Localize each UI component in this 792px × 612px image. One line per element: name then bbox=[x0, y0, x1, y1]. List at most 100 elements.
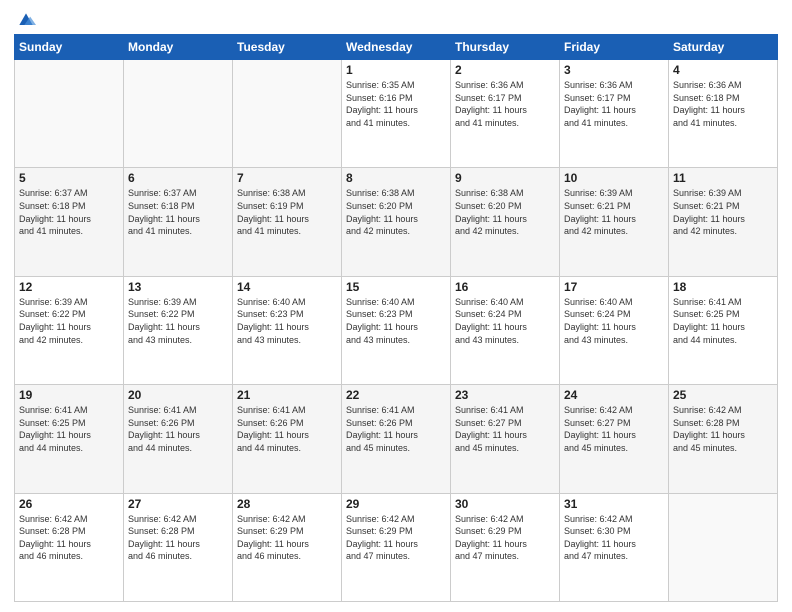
day-info: Sunrise: 6:37 AM Sunset: 6:18 PM Dayligh… bbox=[19, 187, 119, 237]
logo-text bbox=[14, 10, 36, 30]
calendar-cell: 4Sunrise: 6:36 AM Sunset: 6:18 PM Daylig… bbox=[669, 60, 778, 168]
day-number: 25 bbox=[673, 388, 773, 402]
day-info: Sunrise: 6:37 AM Sunset: 6:18 PM Dayligh… bbox=[128, 187, 228, 237]
day-number: 19 bbox=[19, 388, 119, 402]
day-info: Sunrise: 6:36 AM Sunset: 6:17 PM Dayligh… bbox=[564, 79, 664, 129]
day-number: 31 bbox=[564, 497, 664, 511]
day-info: Sunrise: 6:38 AM Sunset: 6:19 PM Dayligh… bbox=[237, 187, 337, 237]
day-number: 30 bbox=[455, 497, 555, 511]
calendar-header-row: SundayMondayTuesdayWednesdayThursdayFrid… bbox=[15, 35, 778, 60]
calendar-header-sunday: Sunday bbox=[15, 35, 124, 60]
calendar-week-1: 1 Sunrise: 6:35 AM Sunset: 6:16 PM Daylig… bbox=[15, 60, 778, 168]
day-number: 28 bbox=[237, 497, 337, 511]
calendar-week-4: 19 Sunrise: 6:41 AM Sunset: 6:25 PM Dayli… bbox=[15, 385, 778, 493]
calendar-cell: 30 Sunrise: 6:42 AM Sunset: 6:29 PM Dayli… bbox=[451, 493, 560, 601]
day-number: 1 bbox=[346, 63, 446, 77]
day-number: 21 bbox=[237, 388, 337, 402]
day-info: Sunrise: 6:42 AM Sunset: 6:27 PM Dayligh… bbox=[564, 404, 664, 454]
calendar-cell: 1 Sunrise: 6:35 AM Sunset: 6:16 PM Daylig… bbox=[342, 60, 451, 168]
calendar-cell: 10Sunrise: 6:39 AM Sunset: 6:21 PM Dayli… bbox=[560, 168, 669, 276]
calendar-table: SundayMondayTuesdayWednesdayThursdayFrid… bbox=[14, 34, 778, 602]
day-info: Sunrise: 6:41 AM Sunset: 6:27 PM Dayligh… bbox=[455, 404, 555, 454]
day-info: Sunrise: 6:40 AM Sunset: 6:23 PM Dayligh… bbox=[346, 296, 446, 346]
calendar-cell: 18Sunrise: 6:41 AM Sunset: 6:25 PM Dayli… bbox=[669, 276, 778, 384]
day-number: 24 bbox=[564, 388, 664, 402]
day-number: 6 bbox=[128, 171, 228, 185]
day-info: Sunrise: 6:39 AM Sunset: 6:22 PM Dayligh… bbox=[19, 296, 119, 346]
calendar-cell: 2 Sunrise: 6:36 AM Sunset: 6:17 PM Daylig… bbox=[451, 60, 560, 168]
logo-icon bbox=[16, 10, 36, 30]
calendar-header-monday: Monday bbox=[124, 35, 233, 60]
day-number: 8 bbox=[346, 171, 446, 185]
day-number: 15 bbox=[346, 280, 446, 294]
day-number: 22 bbox=[346, 388, 446, 402]
day-number: 14 bbox=[237, 280, 337, 294]
calendar-cell: 23 Sunrise: 6:41 AM Sunset: 6:27 PM Dayli… bbox=[451, 385, 560, 493]
page: SundayMondayTuesdayWednesdayThursdayFrid… bbox=[0, 0, 792, 612]
day-number: 16 bbox=[455, 280, 555, 294]
day-number: 3 bbox=[564, 63, 664, 77]
calendar-header-tuesday: Tuesday bbox=[233, 35, 342, 60]
day-info: Sunrise: 6:41 AM Sunset: 6:26 PM Dayligh… bbox=[237, 404, 337, 454]
header bbox=[14, 10, 778, 28]
day-info: Sunrise: 6:41 AM Sunset: 6:26 PM Dayligh… bbox=[128, 404, 228, 454]
calendar-cell: 6 Sunrise: 6:37 AM Sunset: 6:18 PM Daylig… bbox=[124, 168, 233, 276]
calendar-cell: 3 Sunrise: 6:36 AM Sunset: 6:17 PM Daylig… bbox=[560, 60, 669, 168]
day-number: 11 bbox=[673, 171, 773, 185]
calendar-cell: 22 Sunrise: 6:41 AM Sunset: 6:26 PM Dayli… bbox=[342, 385, 451, 493]
calendar-cell bbox=[124, 60, 233, 168]
day-number: 18 bbox=[673, 280, 773, 294]
day-info: Sunrise: 6:40 AM Sunset: 6:23 PM Dayligh… bbox=[237, 296, 337, 346]
day-info: Sunrise: 6:38 AM Sunset: 6:20 PM Dayligh… bbox=[455, 187, 555, 237]
day-number: 10 bbox=[564, 171, 664, 185]
calendar-cell: 27Sunrise: 6:42 AM Sunset: 6:28 PM Dayli… bbox=[124, 493, 233, 601]
calendar-header-friday: Friday bbox=[560, 35, 669, 60]
day-info: Sunrise: 6:42 AM Sunset: 6:28 PM Dayligh… bbox=[128, 513, 228, 563]
day-info: Sunrise: 6:42 AM Sunset: 6:29 PM Dayligh… bbox=[237, 513, 337, 563]
day-info: Sunrise: 6:40 AM Sunset: 6:24 PM Dayligh… bbox=[564, 296, 664, 346]
calendar-cell: 8 Sunrise: 6:38 AM Sunset: 6:20 PM Daylig… bbox=[342, 168, 451, 276]
calendar-cell: 15 Sunrise: 6:40 AM Sunset: 6:23 PM Dayli… bbox=[342, 276, 451, 384]
day-info: Sunrise: 6:41 AM Sunset: 6:25 PM Dayligh… bbox=[19, 404, 119, 454]
day-number: 13 bbox=[128, 280, 228, 294]
day-number: 7 bbox=[237, 171, 337, 185]
calendar-cell: 31 Sunrise: 6:42 AM Sunset: 6:30 PM Dayli… bbox=[560, 493, 669, 601]
calendar-cell: 16 Sunrise: 6:40 AM Sunset: 6:24 PM Dayli… bbox=[451, 276, 560, 384]
calendar-cell: 9Sunrise: 6:38 AM Sunset: 6:20 PM Daylig… bbox=[451, 168, 560, 276]
calendar-cell: 12 Sunrise: 6:39 AM Sunset: 6:22 PM Dayli… bbox=[15, 276, 124, 384]
day-number: 2 bbox=[455, 63, 555, 77]
calendar-week-3: 12 Sunrise: 6:39 AM Sunset: 6:22 PM Dayli… bbox=[15, 276, 778, 384]
calendar-cell bbox=[669, 493, 778, 601]
day-info: Sunrise: 6:39 AM Sunset: 6:21 PM Dayligh… bbox=[673, 187, 773, 237]
day-info: Sunrise: 6:35 AM Sunset: 6:16 PM Dayligh… bbox=[346, 79, 446, 129]
day-info: Sunrise: 6:36 AM Sunset: 6:17 PM Dayligh… bbox=[455, 79, 555, 129]
calendar-cell: 7 Sunrise: 6:38 AM Sunset: 6:19 PM Daylig… bbox=[233, 168, 342, 276]
calendar-week-2: 5 Sunrise: 6:37 AM Sunset: 6:18 PM Daylig… bbox=[15, 168, 778, 276]
day-number: 17 bbox=[564, 280, 664, 294]
day-number: 12 bbox=[19, 280, 119, 294]
calendar-cell: 5 Sunrise: 6:37 AM Sunset: 6:18 PM Daylig… bbox=[15, 168, 124, 276]
day-number: 23 bbox=[455, 388, 555, 402]
day-number: 5 bbox=[19, 171, 119, 185]
day-number: 26 bbox=[19, 497, 119, 511]
calendar-header-wednesday: Wednesday bbox=[342, 35, 451, 60]
day-number: 29 bbox=[346, 497, 446, 511]
calendar-cell: 17 Sunrise: 6:40 AM Sunset: 6:24 PM Dayli… bbox=[560, 276, 669, 384]
day-number: 4 bbox=[673, 63, 773, 77]
day-info: Sunrise: 6:42 AM Sunset: 6:29 PM Dayligh… bbox=[455, 513, 555, 563]
calendar-header-saturday: Saturday bbox=[669, 35, 778, 60]
day-number: 20 bbox=[128, 388, 228, 402]
day-info: Sunrise: 6:40 AM Sunset: 6:24 PM Dayligh… bbox=[455, 296, 555, 346]
day-info: Sunrise: 6:38 AM Sunset: 6:20 PM Dayligh… bbox=[346, 187, 446, 237]
calendar-cell: 28 Sunrise: 6:42 AM Sunset: 6:29 PM Dayli… bbox=[233, 493, 342, 601]
day-info: Sunrise: 6:42 AM Sunset: 6:28 PM Dayligh… bbox=[19, 513, 119, 563]
day-info: Sunrise: 6:41 AM Sunset: 6:26 PM Dayligh… bbox=[346, 404, 446, 454]
day-info: Sunrise: 6:39 AM Sunset: 6:22 PM Dayligh… bbox=[128, 296, 228, 346]
calendar-cell: 29Sunrise: 6:42 AM Sunset: 6:29 PM Dayli… bbox=[342, 493, 451, 601]
calendar-cell: 21 Sunrise: 6:41 AM Sunset: 6:26 PM Dayli… bbox=[233, 385, 342, 493]
calendar-cell: 24 Sunrise: 6:42 AM Sunset: 6:27 PM Dayli… bbox=[560, 385, 669, 493]
calendar-cell: 25Sunrise: 6:42 AM Sunset: 6:28 PM Dayli… bbox=[669, 385, 778, 493]
calendar-cell bbox=[233, 60, 342, 168]
day-info: Sunrise: 6:42 AM Sunset: 6:30 PM Dayligh… bbox=[564, 513, 664, 563]
calendar-cell: 14 Sunrise: 6:40 AM Sunset: 6:23 PM Dayli… bbox=[233, 276, 342, 384]
